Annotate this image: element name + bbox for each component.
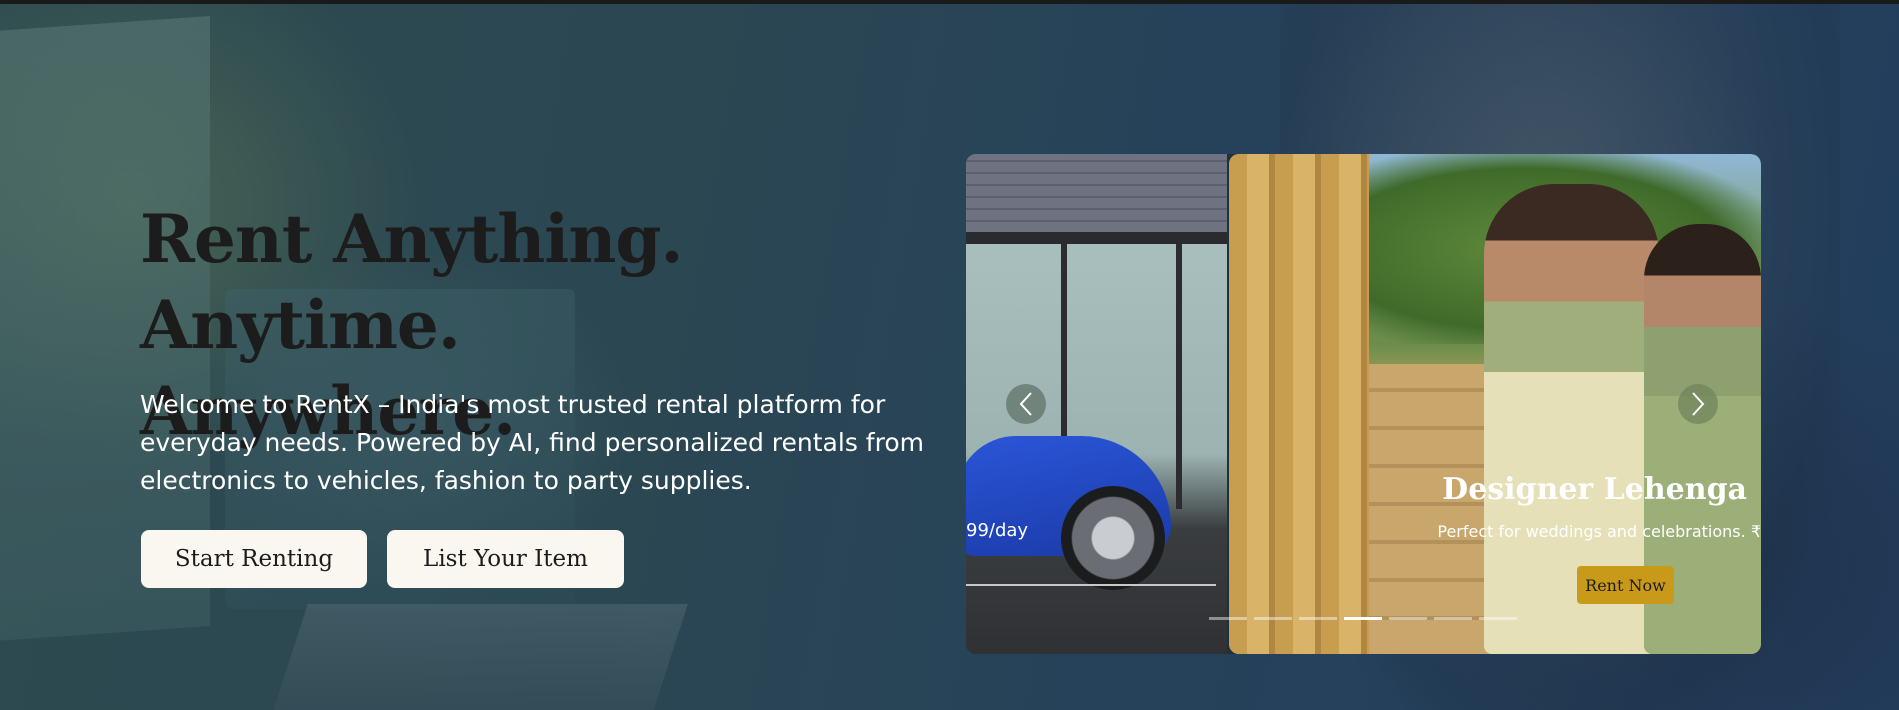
chevron-right-icon: [1692, 392, 1705, 416]
hero-subtext: Welcome to RentX – India's most trusted …: [140, 390, 924, 495]
carousel-next-button[interactable]: [1678, 384, 1718, 424]
window-frame: [1176, 244, 1182, 509]
previous-slide-price: 99/day: [966, 520, 1029, 541]
carousel-indicators: [1209, 617, 1517, 620]
slide-divider: [966, 584, 1216, 586]
carousel-dot[interactable]: [1254, 617, 1292, 620]
background-keyboard: [272, 604, 688, 710]
car-wheel-image: [1061, 486, 1165, 590]
sandstone-pillar-image: [1229, 154, 1369, 654]
featured-carousel: 99/day Designer Lehenga Perfect for wedd…: [966, 154, 1761, 654]
carousel-prev-button[interactable]: [1006, 384, 1046, 424]
carousel-dot[interactable]: [1299, 617, 1337, 620]
carousel-dot[interactable]: [1389, 617, 1427, 620]
carousel-dot-active[interactable]: [1344, 617, 1382, 620]
brick-wall-image: [966, 154, 1227, 232]
rent-now-button[interactable]: Rent Now: [1577, 566, 1674, 604]
list-your-item-button[interactable]: List Your Item: [387, 530, 624, 588]
carousel-dot[interactable]: [1479, 617, 1517, 620]
carousel-dot[interactable]: [1434, 617, 1472, 620]
slide-description: Perfect for weddings and celebrations. ₹: [1437, 522, 1761, 541]
chevron-left-icon: [1019, 392, 1032, 416]
start-renting-button[interactable]: Start Renting: [141, 530, 367, 588]
headline-line-1: Rent Anything. Anytime.: [140, 200, 683, 364]
carousel-dot[interactable]: [1209, 617, 1247, 620]
slide-title: Designer Lehenga: [1442, 472, 1747, 507]
